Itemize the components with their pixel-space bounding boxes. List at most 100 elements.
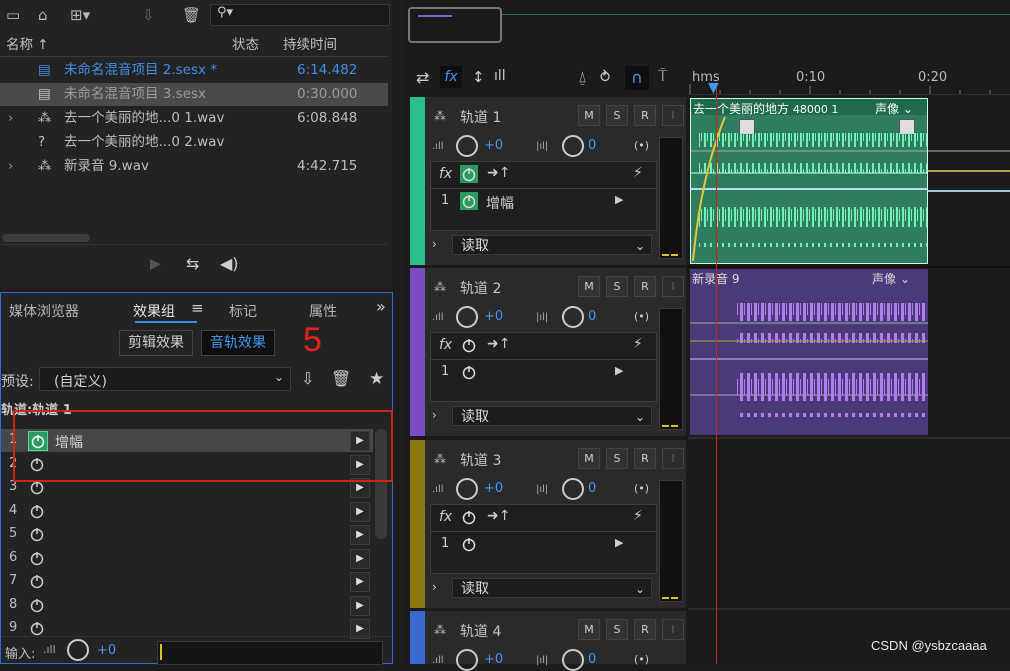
stereo-icon[interactable]: (•) [634,310,649,323]
track-header[interactable]: ⁂ 轨道 2 M S R I .ıll +0 |ıl| 0 (•) fx ➜↑ ⚡ 1 ▶ › 读取 ⌄ [410,268,686,436]
track-m-button[interactable]: M [578,105,600,126]
power-icon[interactable] [28,619,46,637]
slot-power-icon[interactable] [460,192,478,210]
track-r-button[interactable]: R [634,276,656,297]
file-row[interactable]: › ⁂ 去一个美丽的地...0 1.wav 6:08.848 [0,107,388,130]
track-i-button[interactable]: I [662,619,684,640]
volume-knob[interactable] [456,306,478,328]
expand-icon[interactable]: › [432,237,437,251]
volume-knob[interactable] [456,478,478,500]
pan-value[interactable]: 0 [588,309,596,324]
pan-knob[interactable] [562,135,584,157]
input-value[interactable]: +0 [97,643,116,658]
tab-clip-effects[interactable]: 剪辑效果 [119,330,193,356]
more-panels-icon[interactable]: » [376,297,386,316]
track-r-button[interactable]: R [634,105,656,126]
fx-toggle-icon[interactable]: fx [440,66,462,88]
panel-menu-icon[interactable]: ≡ [191,299,204,317]
automation-mode-dropdown[interactable]: 读取 ⌄ [452,235,652,255]
track-header[interactable]: ⁂ 轨道 1 M S R I .ıll +0 |ıl| 0 (•) fx ➜↑ ⚡ 1 增幅 ▶ › 读取 ⌄ [410,97,686,265]
effect-slot[interactable]: 7 ▶ [1,570,373,593]
volume-value[interactable]: +0 [484,138,503,153]
fx-lightning-icon[interactable]: ⚡ [633,165,643,181]
file-row[interactable]: ? 去一个美丽的地...0 2.wav [0,131,388,154]
stereo-icon[interactable]: (•) [634,139,649,152]
track-header[interactable]: ⁂ 轨道 4 M S R I .ıll +0 |ıl| 0 (•) [410,611,686,671]
tab-properties[interactable]: 属性 [309,301,337,321]
tab-effects-rack[interactable]: 效果组 [133,301,175,321]
auto-play-icon[interactable]: ◀) [220,254,239,273]
power-icon[interactable] [28,572,46,590]
tab-markers[interactable]: 标记 [229,301,257,321]
track-name[interactable]: 轨道 4 [460,621,501,641]
track-r-button[interactable]: R [634,448,656,469]
power-icon[interactable] [28,525,46,543]
track-i-button[interactable]: I [662,448,684,469]
play-icon[interactable]: ▶ [150,256,161,272]
expand-icon[interactable]: › [432,580,437,594]
column-duration[interactable]: 持续时间 [283,34,337,56]
audio-clip[interactable]: 新录音 9 声像 ⌄ [690,269,928,435]
import-icon[interactable]: ⊞▾ [70,5,90,25]
track-s-button[interactable]: S [606,448,628,469]
pre-post-icon[interactable]: ➜↑ [487,336,510,352]
column-status[interactable]: 状态 [232,34,259,56]
save-preset-icon[interactable]: ⇩ [301,369,314,388]
effect-slot[interactable]: 6 ▶ [1,547,373,570]
effect-menu-arrow-icon[interactable]: ▶ [350,595,370,616]
pan-value[interactable]: 0 [588,481,596,496]
track-name[interactable]: 轨道 3 [460,450,501,470]
rack-power-icon[interactable] [460,165,478,183]
loop-playback-icon[interactable]: ⥁ [600,68,610,86]
clip-pan-label[interactable]: 声像 ⌄ [872,270,910,287]
time-ruler[interactable]: hms 0:10 0:20 ▼ [688,66,1010,96]
power-icon[interactable] [28,596,46,614]
pan-knob[interactable] [562,478,584,500]
pan-knob[interactable] [562,306,584,328]
expand-icon[interactable]: › [432,408,437,422]
favorite-star-icon[interactable]: ★ [369,369,384,389]
volume-knob[interactable] [456,135,478,157]
track-i-button[interactable]: I [662,105,684,126]
delete-preset-icon[interactable]: 🗑 [331,369,351,388]
input-knob[interactable] [67,639,89,661]
rack-power-icon[interactable] [460,508,478,526]
effect-menu-arrow-icon[interactable]: ▶ [350,525,370,545]
volume-knob[interactable] [456,649,478,671]
track-name[interactable]: 轨道 1 [460,107,501,127]
pan-knob[interactable] [562,649,584,671]
preset-dropdown[interactable]: (自定义) ⌄ [39,367,291,391]
volume-value[interactable]: +0 [484,309,503,324]
marker-pin-icon[interactable]: ⍑ [658,66,668,86]
effect-menu-arrow-icon[interactable]: ▶ [615,193,623,206]
track-lane[interactable] [688,440,1010,610]
track-s-button[interactable]: S [606,619,628,640]
tab-track-effects[interactable]: 音轨效果 [201,330,275,356]
pan-value[interactable]: 0 [588,652,596,667]
rack-power-icon[interactable] [460,336,478,354]
effect-menu-arrow-icon[interactable]: ▶ [350,548,370,569]
track-name[interactable]: 轨道 2 [460,278,501,298]
pre-post-icon[interactable]: ➜↑ [487,165,510,181]
effect-menu-arrow-icon[interactable]: ▶ [350,572,370,592]
track-i-button[interactable]: I [662,276,684,297]
stereo-icon[interactable]: (•) [634,482,649,495]
open-folder-icon[interactable]: ⌂ [38,5,48,25]
pan-value[interactable]: 0 [588,138,596,153]
track-header[interactable]: ⁂ 轨道 3 M S R I .ıll +0 |ıl| 0 (•) fx ➜↑ ⚡ 1 ▶ › 读取 ⌄ [410,440,686,608]
expand-icon[interactable]: › [8,155,13,178]
effect-menu-arrow-icon[interactable]: ▶ [615,536,623,549]
trash-icon[interactable]: 🗑 [182,5,201,25]
slot-power-icon[interactable] [460,363,478,381]
track-r-button[interactable]: R [634,619,656,640]
horizontal-scrollbar[interactable] [2,234,90,242]
file-row[interactable]: ▤ 未命名混音项目 2.sesx * 6:14.482 [0,59,388,82]
overview-zoom-handle[interactable] [408,7,502,43]
effect-menu-arrow-icon[interactable]: ▶ [350,501,370,522]
track-s-button[interactable]: S [606,105,628,126]
tab-media-browser[interactable]: 媒体浏览器 [9,301,79,321]
stereo-icon[interactable]: (•) [634,653,649,666]
track-m-button[interactable]: M [578,619,600,640]
pre-post-icon[interactable]: ➜↑ [487,508,510,524]
inputs-outputs-icon[interactable]: ⇄ [416,68,429,87]
